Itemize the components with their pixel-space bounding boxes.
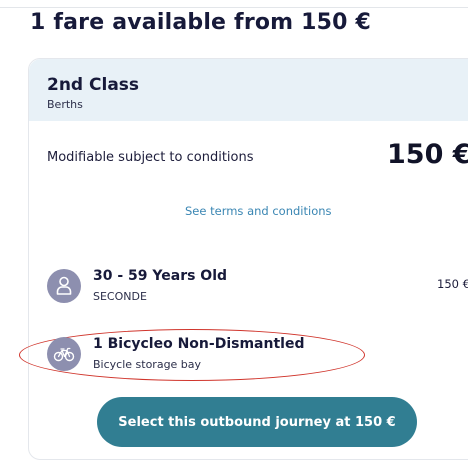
conditions-text: Modifiable subject to conditions	[47, 150, 254, 165]
bicycle-title: 1 Bicycleo Non-Dismantled	[93, 336, 305, 352]
select-outbound-label: Select this outbound journey at 150 €	[118, 414, 396, 430]
bicycle-row: 1 Bicycleo Non-Dismantled Bicycle storag…	[19, 329, 468, 381]
fare-count-heading: 1 fare available from 150 €	[30, 10, 372, 35]
fare-card-header: 2nd Class Berths	[29, 59, 468, 121]
passenger-row: 30 - 59 Years Old SECONDE 150 €	[29, 263, 468, 313]
bicycle-icon	[47, 337, 81, 371]
top-divider	[0, 0, 468, 8]
person-icon	[47, 269, 81, 303]
class-title: 2nd Class	[47, 75, 140, 95]
fare-price: 150 €	[387, 139, 468, 170]
fare-card: 2nd Class Berths Modifiable subject to c…	[19, 58, 468, 460]
passenger-type: 30 - 59 Years Old	[93, 268, 228, 284]
class-subtitle: Berths	[47, 98, 83, 111]
bicycle-subtitle: Bicycle storage bay	[93, 358, 202, 371]
passenger-class: SECONDE	[93, 290, 147, 303]
passenger-price: 150 €	[437, 277, 468, 291]
terms-link[interactable]: See terms and conditions	[185, 204, 332, 218]
select-outbound-button[interactable]: Select this outbound journey at 150 €	[97, 397, 417, 447]
